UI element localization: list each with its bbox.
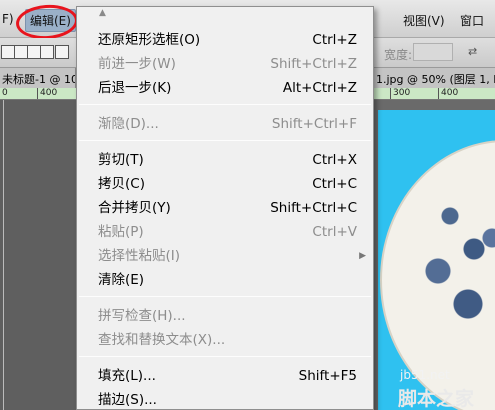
menu-item-stroke[interactable]: 描边(S)... [77,389,373,410]
menu-item-paste-special[interactable]: 选择性粘贴(I) ▶ [77,245,373,267]
selection-style-icon[interactable] [55,45,69,59]
menu-item-shortcut: Ctrl+X [312,152,357,168]
menu-item-label: 拼写检查(H)... [98,308,186,324]
ruler-mark: 0 [2,88,8,98]
menu-separator [79,296,371,297]
watermark-name: 脚本之家 [398,388,475,410]
width-label: 宽度: [384,48,413,62]
document-tab-untitled[interactable]: 未标题-1 @ 10 [0,68,76,88]
ruler-mark: 400 [441,88,459,98]
ruler-tick [390,88,391,99]
width-field[interactable] [413,43,453,61]
menu-item-cut[interactable]: 剪切(T) Ctrl+X [77,149,373,171]
menu-item-copy[interactable]: 拷贝(C) Ctrl+C [77,173,373,195]
selection-add-icon[interactable] [14,45,28,59]
ruler-tick [37,88,38,99]
document-tab-image[interactable]: 1.jpg @ 50% (图层 1, R [374,68,495,88]
menu-item-label: 拷贝(C) [98,176,145,192]
menu-item-label: 前进一步(W) [98,56,176,72]
menu-item-fade[interactable]: 渐隐(D)... Shift+Ctrl+F [77,113,373,135]
ruler-mark: 300 [393,88,411,98]
submenu-arrow-icon: ▶ [359,251,366,261]
ruler-right: 300 400 [374,88,495,100]
menu-item-spell-check[interactable]: 拼写检查(H)... [77,305,373,327]
menu-window[interactable]: 窗口 [460,12,484,29]
menu-item-label: 描边(S)... [98,392,157,408]
menu-item-clear[interactable]: 清除(E) [77,269,373,291]
menu-item-shortcut: Alt+Ctrl+Z [282,80,357,96]
selection-subtract-icon[interactable] [27,45,41,59]
menu-item-shortcut: Shift+Ctrl+F [271,116,357,132]
ruler-mark: 400 [40,88,58,98]
menu-separator [79,104,371,105]
menu-item-label: 后退一步(K) [98,80,172,96]
menu-item-shortcut: Shift+Ctrl+Z [270,56,357,72]
menu-separator [79,140,371,141]
menu-item-copy-merged[interactable]: 合并拷贝(Y) Shift+Ctrl+C [77,197,373,219]
scroll-up-icon[interactable]: ▲ [99,8,106,18]
menu-item-find-replace[interactable]: 查找和替换文本(X)... [77,329,373,351]
menu-item-label: 还原矩形选框(O) [98,32,201,48]
menu-item-label: 查找和替换文本(X)... [98,332,226,348]
menu-item-label: 剪切(T) [98,152,144,168]
menu-item-label: 清除(E) [98,272,145,288]
menu-item-label: 粘贴(P) [98,224,144,240]
menu-item-shortcut: Ctrl+C [312,176,357,192]
watermark-site: jb51.net [400,368,450,382]
menu-item-shortcut: Shift+F5 [298,368,357,384]
canvas-divider [3,100,4,410]
plate-tree-pattern [402,172,495,392]
edit-menu-dropdown: ▲ 还原矩形选框(O) Ctrl+Z 前进一步(W) Shift+Ctrl+Z … [76,6,374,410]
selection-intersect-icon[interactable] [40,45,54,59]
selection-new-icon[interactable] [1,45,15,59]
canvas-untitled[interactable] [0,100,76,410]
menu-item-label: 渐隐(D)... [98,116,159,132]
menu-separator [79,356,371,357]
menu-item-shortcut: Ctrl+V [312,224,357,240]
menu-view[interactable]: 视图(V) [403,12,445,29]
menu-item-step-backward[interactable]: 后退一步(K) Alt+Ctrl+Z [77,77,373,99]
swap-icon[interactable]: ⇄ [468,45,477,58]
menu-item-shortcut: Shift+Ctrl+C [270,200,357,216]
menu-item-label: 填充(L)... [98,368,156,384]
menu-item-step-forward[interactable]: 前进一步(W) Shift+Ctrl+Z [77,53,373,75]
image-content[interactable] [378,110,495,410]
menu-item-fill[interactable]: 填充(L)... Shift+F5 [77,365,373,387]
menu-item-shortcut: Ctrl+Z [312,32,357,48]
menu-item-label: 选择性粘贴(I) [98,248,181,264]
ruler-tick [438,88,439,99]
menu-item-undo-marquee[interactable]: 还原矩形选框(O) Ctrl+Z [77,29,373,51]
ruler-left: 0 400 [0,88,76,100]
menu-item-paste[interactable]: 粘贴(P) Ctrl+V [77,221,373,243]
menu-file[interactable]: F) [2,12,14,26]
menu-item-label: 合并拷贝(Y) [98,200,171,216]
